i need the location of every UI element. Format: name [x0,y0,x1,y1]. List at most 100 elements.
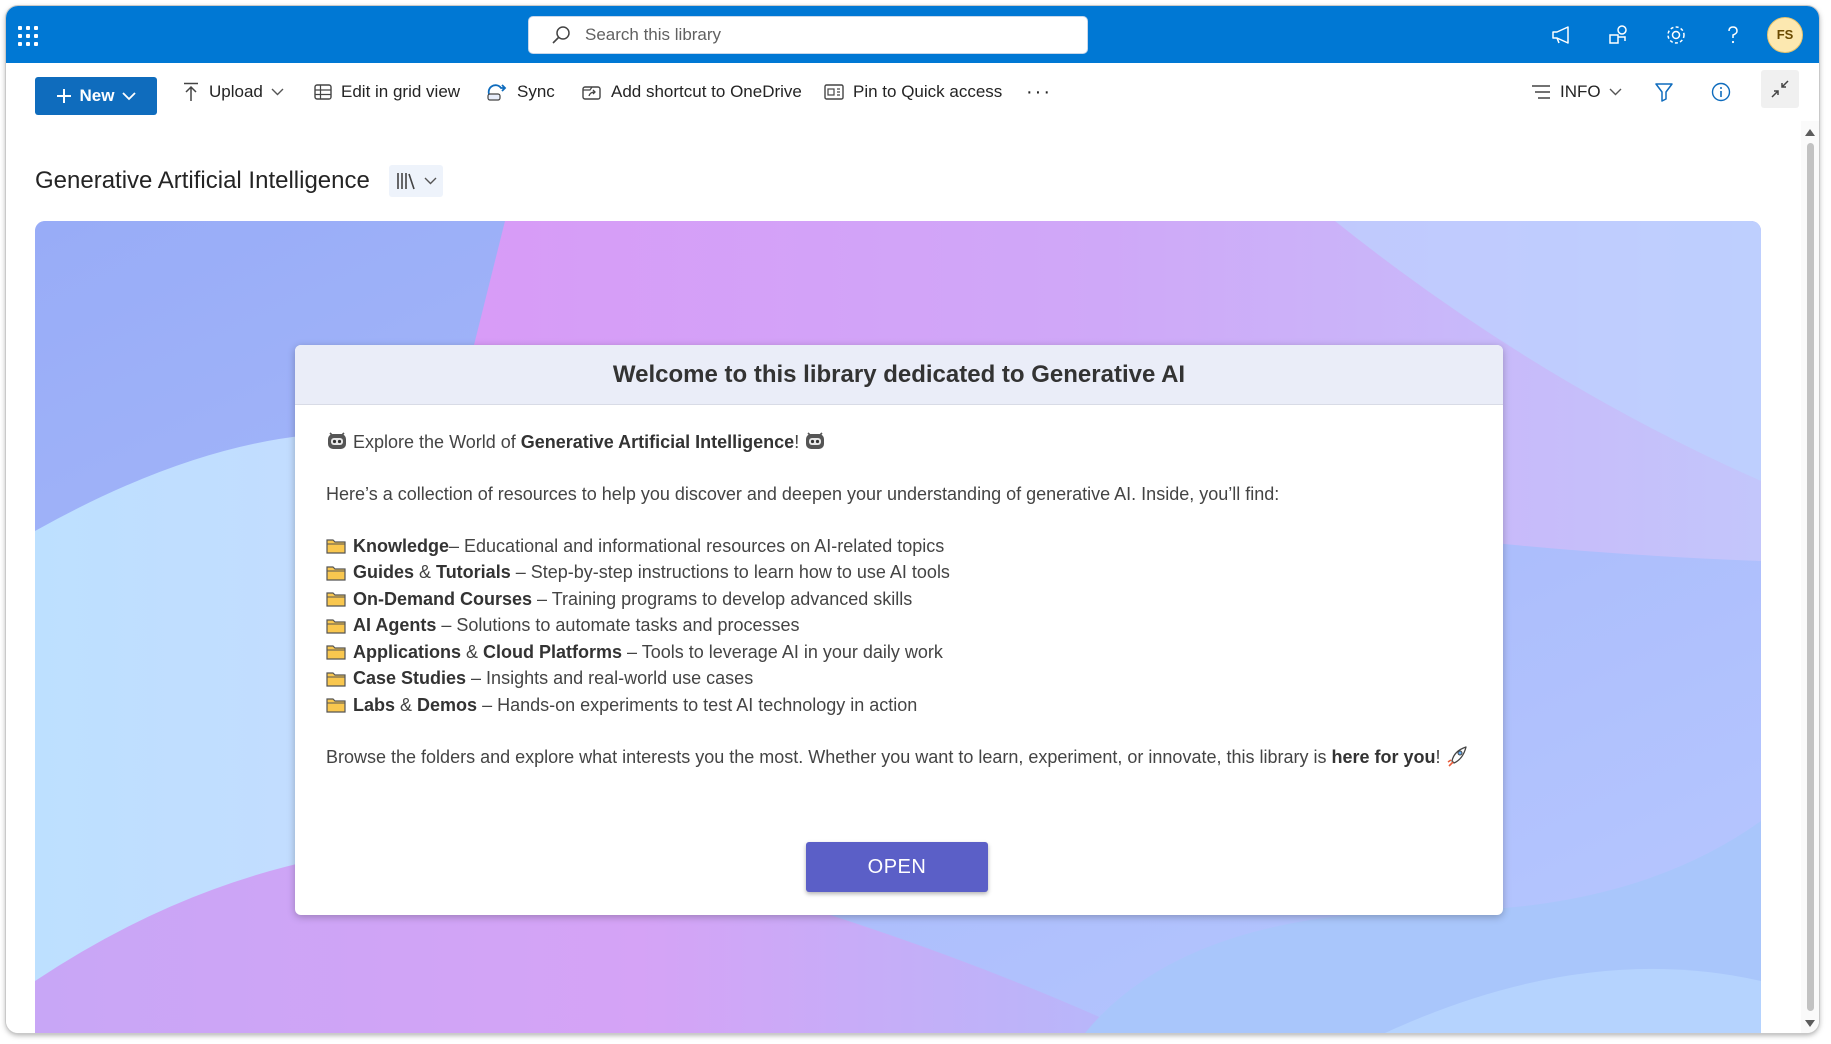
upload-icon [184,82,198,101]
card-heading: Welcome to this library dedicated to Gen… [295,345,1503,405]
item-title-2: Tutorials [436,562,511,583]
more-options-button[interactable]: ··· [1026,63,1052,121]
scroll-thumb[interactable] [1807,143,1814,1011]
chevron-down-icon [424,177,436,185]
collapse-icon [1771,80,1789,98]
info-button[interactable] [1711,63,1740,121]
list-item: Case Studies – Insights and real-world u… [326,666,1472,693]
item-desc: – Hands-on experiments to test AI techno… [477,694,918,715]
folder-icon [326,592,346,607]
view-options-button[interactable]: INFO [1531,63,1631,121]
card-body: Explore the World of Generative Artifici… [295,405,1503,771]
closing-text: Browse the folders and explore what inte… [326,746,1332,767]
suite-bar: Search this library FS [6,6,1819,63]
add-shortcut-button[interactable]: Add shortcut to OneDrive [582,63,802,121]
scroll-up-arrow-icon[interactable] [1805,129,1815,136]
library-view-switcher[interactable] [389,165,443,197]
shortcut-icon [582,86,601,100]
item-desc: – Tools to leverage AI in your daily wor… [622,641,943,662]
new-button-label: New [79,86,115,105]
pin-quick-access-button[interactable]: Pin to Quick access [824,63,1002,121]
upload-label: Upload [209,82,263,101]
item-title: Knowledge [353,535,450,556]
closing-paragraph: Browse the folders and explore what inte… [326,744,1472,771]
item-desc: – Training programs to develop advanced … [532,588,913,609]
folder-icon [326,645,346,660]
new-button[interactable]: New [35,77,157,115]
list-item: Knowledge – Educational and informationa… [326,533,1472,560]
pin-icon [824,84,844,100]
info-icon [1711,82,1731,102]
open-button[interactable]: OPEN [806,842,988,892]
pin-quick-access-label: Pin to Quick access [853,82,1003,101]
scroll-down-arrow-icon[interactable] [1805,1020,1815,1027]
resource-list: Knowledge – Educational and informationa… [326,533,1472,719]
help-icon[interactable] [1704,6,1761,63]
collapse-button[interactable] [1761,70,1799,108]
item-desc: – Solutions to automate tasks and proces… [436,615,800,636]
robot-emoji-icon [806,432,825,449]
teams-share-icon[interactable] [1590,6,1647,63]
item-title: Labs [353,694,396,715]
item-amp: & [414,562,437,583]
item-title-2: Cloud Platforms [483,641,623,662]
search-box[interactable]: Search this library [528,16,1088,54]
search-placeholder: Search this library [585,25,722,44]
welcome-banner: Welcome to this library dedicated to Gen… [35,221,1761,1033]
item-title: Case Studies [353,668,467,689]
folder-icon [326,539,346,554]
intro-paragraph: Explore the World of Generative Artifici… [326,429,1472,456]
plus-icon [56,89,71,103]
item-title-2: Demos [417,694,478,715]
command-bar: New Upload Edit in grid view Sync Add sh… [6,63,1819,122]
chevron-down-icon [122,92,137,101]
gear-icon[interactable] [1647,6,1704,63]
edit-grid-button[interactable]: Edit in grid view [314,63,460,121]
intro-bold: Generative Artificial Intelligence [520,432,795,452]
item-amp: & [461,641,484,662]
list-view-icon [1532,85,1550,99]
search-icon [552,26,570,44]
chevron-down-icon [271,88,284,96]
item-title: Guides [353,562,415,583]
item-amp: & [395,694,418,715]
item-title: On-Demand Courses [353,588,533,609]
view-options-label: INFO [1560,82,1601,101]
app-window: Search this library FS New Upload Edit i… [6,6,1819,1033]
chevron-down-icon [1609,88,1622,96]
closing-suffix: ! [1435,746,1441,767]
megaphone-icon[interactable] [1533,6,1590,63]
folder-icon [326,619,346,634]
main-content: Generative Artificial Intelligence Welco… [6,121,1801,1033]
filter-button[interactable] [1654,63,1683,121]
folder-icon [326,698,346,713]
vertical-scrollbar[interactable] [1801,121,1819,1033]
edit-grid-label: Edit in grid view [341,82,461,101]
list-item: Guides & Tutorials – Step-by-step instru… [326,560,1472,587]
rocket-emoji-icon [1447,745,1467,767]
item-desc: – Insights and real-world use cases [466,668,754,689]
robot-emoji-icon [328,432,346,449]
grid-icon [314,84,332,100]
item-title: Applications [353,641,462,662]
avatar[interactable]: FS [1767,16,1803,53]
item-desc: – Educational and informational resource… [449,535,945,556]
library-icon [396,173,415,190]
sync-label: Sync [517,82,555,101]
list-item: On-Demand Courses – Training programs to… [326,586,1472,613]
add-shortcut-label: Add shortcut to OneDrive [611,82,802,101]
intro-suffix: ! [794,432,800,452]
app-launcher-icon[interactable] [16,24,38,46]
sync-icon [487,84,507,101]
item-title: AI Agents [353,615,437,636]
page-title: Generative Artificial Intelligence [35,167,370,194]
list-item: AI Agents – Solutions to automate tasks … [326,613,1472,640]
sync-button[interactable]: Sync [486,63,555,121]
list-item: Labs & Demos – Hands-on experiments to t… [326,692,1472,719]
upload-button[interactable]: Upload [182,63,293,121]
list-item: Applications & Cloud Platforms – Tools t… [326,639,1472,666]
welcome-card: Welcome to this library dedicated to Gen… [295,345,1503,915]
closing-bold: here for you [1331,746,1436,767]
intro-prefix: Explore the World of [353,432,521,452]
filter-icon [1655,83,1673,102]
